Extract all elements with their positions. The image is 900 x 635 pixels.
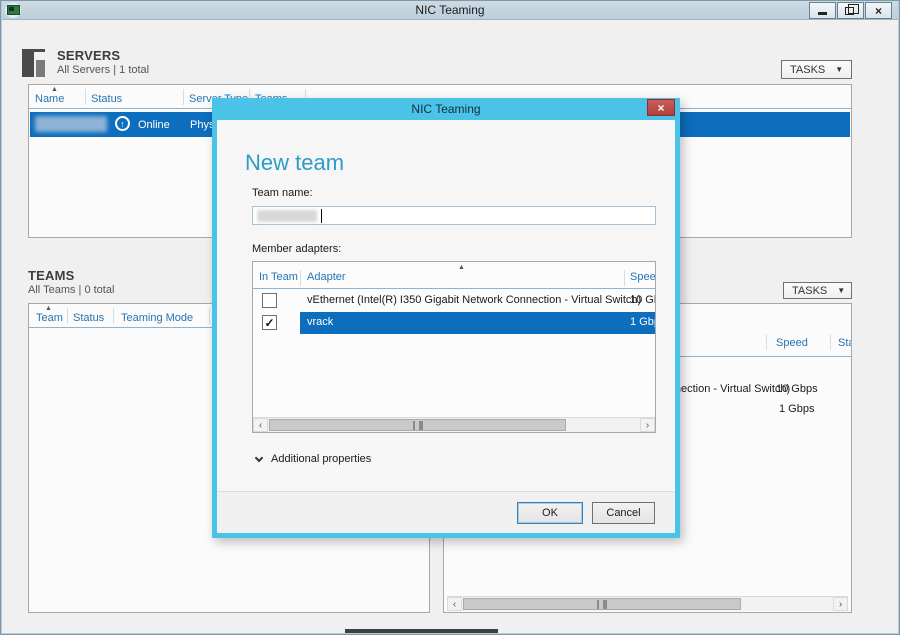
restore-button[interactable]	[837, 2, 864, 19]
scroll-right-icon[interactable]: ›	[640, 418, 655, 432]
servers-tasks-label: TASKS	[790, 64, 825, 76]
adapter-speed: 1 Gbps	[779, 403, 814, 415]
scroll-left-icon[interactable]: ‹	[447, 597, 462, 611]
cancel-button[interactable]: Cancel	[592, 502, 655, 524]
col-adapter[interactable]: Adapter	[307, 271, 346, 283]
adapter-name: vrack	[307, 316, 333, 328]
in-team-checkbox-checked[interactable]: ✓	[262, 315, 277, 330]
scroll-right-icon[interactable]: ›	[833, 597, 848, 611]
close-button[interactable]: ×	[865, 2, 892, 19]
dialog-close-button[interactable]: ×	[647, 99, 675, 116]
dropdown-arrow-icon: ▼	[837, 286, 845, 295]
ok-button[interactable]: OK	[517, 502, 583, 524]
scrollbar-thumb[interactable]	[269, 419, 566, 431]
teams-col-team[interactable]: Team	[36, 312, 63, 324]
team-name-redacted	[257, 210, 317, 222]
teams-col-status[interactable]: Status	[73, 312, 104, 324]
adapters-tasks-label: TASKS	[792, 285, 827, 297]
team-name-label: Team name:	[252, 187, 313, 199]
dialog-title: NIC Teaming	[411, 102, 480, 116]
cancel-label: Cancel	[606, 507, 640, 519]
close-icon: ×	[875, 4, 882, 18]
adapter-row-selected[interactable]: ✓ vrack 1 Gbps	[253, 312, 655, 334]
new-team-dialog: NIC Teaming × New team Team name: Member…	[212, 98, 680, 538]
scroll-left-icon[interactable]: ‹	[253, 418, 268, 432]
adapter-speed: 10 Gbps	[630, 294, 656, 306]
additional-properties-toggle[interactable]: Additional properties	[256, 453, 371, 465]
servers-subtitle: All Servers | 1 total	[57, 64, 149, 76]
sort-asc-icon: ▲	[45, 305, 52, 312]
dialog-titlebar[interactable]: NIC Teaming	[212, 98, 680, 120]
scrollbar-thumb[interactable]	[463, 598, 741, 610]
minimize-icon	[818, 12, 827, 15]
in-team-checkbox-unchecked[interactable]	[262, 293, 277, 308]
adapter-speed: 1 Gbps	[630, 316, 656, 328]
servers-col-name[interactable]: Name	[35, 93, 64, 105]
restore-icon	[845, 7, 854, 15]
window-titlebar[interactable]: NIC Teaming ×	[0, 0, 900, 20]
check-icon: ✓	[264, 316, 274, 330]
teams-heading: TEAMS	[28, 268, 75, 283]
text-caret	[321, 209, 322, 223]
ok-label: OK	[542, 507, 558, 519]
minimize-button[interactable]	[809, 2, 836, 19]
adapter-row[interactable]: vEthernet (Intel(R) I350 Gigabit Network…	[253, 290, 655, 312]
adapter-name: vEthernet (Intel(R) I350 Gigabit Network…	[307, 294, 641, 306]
dialog-footer: OK Cancel	[217, 491, 675, 533]
servers-tasks-button[interactable]: TASKS ▼	[781, 60, 852, 79]
additional-properties-label: Additional properties	[271, 453, 371, 465]
online-status-icon: ↑	[115, 116, 130, 131]
col-speed[interactable]: Speed	[630, 271, 656, 283]
dialog-heading: New team	[245, 150, 344, 176]
teams-subtitle: All Teams | 0 total	[28, 284, 114, 296]
chevron-down-icon	[255, 453, 263, 461]
member-adapters-table: ▲ In Team Adapter Speed vEthernet (Intel…	[252, 261, 656, 433]
servers-tile-icon	[22, 49, 52, 77]
sort-asc-icon: ▲	[51, 86, 58, 93]
adapter-speed: 10 Gbps	[776, 383, 818, 395]
adapters-col-status[interactable]: Status	[838, 337, 852, 349]
server-status: Online	[138, 119, 170, 131]
background-window-peek	[345, 629, 498, 635]
team-name-input[interactable]	[252, 206, 656, 225]
servers-col-status[interactable]: Status	[91, 93, 122, 105]
selection-highlight	[300, 312, 655, 334]
col-in-team[interactable]: In Team	[259, 271, 298, 283]
servers-heading: SERVERS	[57, 48, 120, 63]
adapters-tasks-button[interactable]: TASKS ▼	[783, 282, 852, 299]
member-adapters-horizontal-scrollbar[interactable]: ‹ ›	[253, 417, 655, 432]
dropdown-arrow-icon: ▼	[835, 65, 843, 74]
sort-asc-icon: ▲	[458, 264, 465, 271]
close-icon: ×	[657, 101, 664, 115]
member-adapters-label: Member adapters:	[252, 243, 341, 255]
window-title: NIC Teaming	[0, 3, 900, 17]
adapters-col-speed[interactable]: Speed	[776, 337, 808, 349]
teams-col-teamingmode[interactable]: Teaming Mode	[121, 312, 193, 324]
server-name-redacted	[35, 116, 107, 132]
adapters-horizontal-scrollbar[interactable]: ‹ ›	[447, 596, 848, 611]
dialog-body: New team Team name: Member adapters: ▲ I…	[217, 120, 675, 533]
